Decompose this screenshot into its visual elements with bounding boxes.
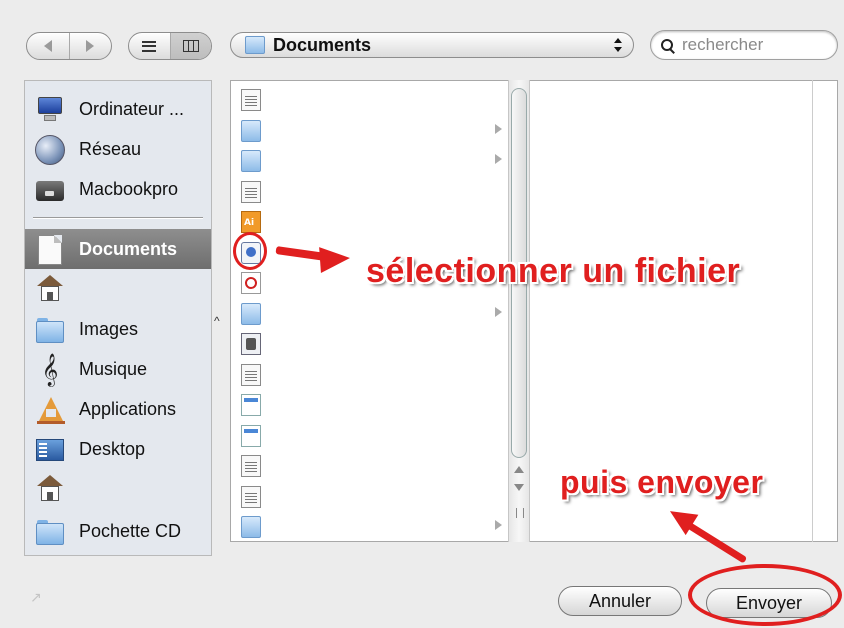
sidebar-item-label: Musique	[79, 358, 148, 379]
document-icon	[241, 180, 261, 203]
column-resize-grip-icon[interactable]	[516, 508, 524, 518]
folder-icon	[241, 119, 261, 142]
sidebar-item-desktop[interactable]: Desktop	[25, 429, 211, 469]
folder-icon	[35, 517, 65, 547]
resize-corner-icon: ↗	[30, 590, 42, 606]
file-row[interactable]	[237, 118, 507, 144]
document-icon	[241, 485, 261, 508]
search-input[interactable]	[680, 34, 834, 56]
sidebar-item-label: Images	[79, 318, 139, 339]
location-popup[interactable]: Documents	[230, 32, 634, 58]
file-row[interactable]	[237, 453, 507, 479]
sidebar-item-label: Applications	[79, 398, 177, 419]
folder-icon	[241, 150, 261, 172]
file-row[interactable]	[237, 331, 507, 357]
sidebar-item-label: Réseau	[79, 138, 142, 159]
disclosure-chevron-icon	[495, 306, 502, 317]
search-field	[650, 30, 838, 60]
file-open-dialog: Documents Ordinateur ... Réseau Macbookp…	[0, 0, 844, 628]
sidebar-scroll-caret-icon: ^	[214, 314, 220, 328]
back-button[interactable]	[27, 33, 70, 59]
folder-icon	[241, 302, 261, 325]
image-doc-icon	[241, 89, 261, 111]
hard-drive-icon	[35, 175, 65, 205]
cancel-button[interactable]: Annuler	[558, 586, 682, 616]
forward-button[interactable]	[70, 33, 112, 59]
settings-doc-icon	[241, 333, 261, 355]
sidebar-item-home[interactable]	[25, 269, 211, 309]
disclosure-chevron-icon	[495, 154, 502, 164]
network-globe-icon	[35, 135, 65, 165]
scroll-down-icon[interactable]	[514, 484, 524, 491]
sidebar-item-label: Ordinateur ...	[79, 98, 185, 119]
sidebar-item-applications[interactable]: Applications	[25, 389, 211, 429]
view-mode-control	[128, 32, 212, 60]
sidebar-item-network[interactable]: Réseau	[25, 129, 211, 169]
documents-icon	[38, 235, 62, 265]
column-view-button[interactable]	[170, 33, 211, 59]
send-highlight-ring	[688, 564, 842, 626]
back-arrow-icon	[43, 40, 52, 52]
file-row[interactable]	[237, 179, 507, 205]
desktop-icon	[35, 435, 65, 465]
disclosure-chevron-icon	[495, 123, 502, 134]
search-icon	[661, 38, 675, 54]
list-view-icon	[142, 40, 157, 52]
file-row[interactable]	[237, 301, 507, 327]
sidebar-item-music[interactable]: 𝄞 Musique	[25, 349, 211, 389]
file-row[interactable]	[237, 209, 507, 235]
illustrator-icon	[241, 211, 261, 233]
sidebar-item-label: Pochette CD	[79, 520, 182, 541]
home-icon	[35, 275, 65, 305]
pdf-icon	[241, 272, 261, 294]
sidebar-item-pochette-cd[interactable]: Pochette CD	[25, 511, 211, 551]
sidebar: Ordinateur ... Réseau Macbookpro Documen…	[24, 80, 212, 556]
toolbar: Documents	[0, 0, 844, 80]
file-row[interactable]	[237, 87, 507, 113]
annotation-arrow-head	[319, 244, 351, 274]
highlight-circle	[233, 232, 267, 270]
browser-column-1	[231, 81, 511, 541]
location-popup-label: Documents	[273, 34, 372, 55]
file-row[interactable]	[237, 362, 507, 388]
sidebar-item-label: Documents	[79, 238, 178, 259]
file-row[interactable]	[237, 514, 507, 540]
sidebar-item-computer[interactable]: Ordinateur ...	[25, 89, 211, 129]
document-icon	[241, 363, 261, 386]
sidebar-divider	[33, 217, 203, 219]
disclosure-chevron-icon	[495, 520, 502, 530]
file-row[interactable]	[237, 148, 507, 174]
folder-icon	[241, 516, 261, 538]
sheet-icon	[241, 394, 261, 416]
document-icon	[241, 455, 261, 477]
scroll-up-icon[interactable]	[514, 466, 524, 473]
sidebar-item-home-2[interactable]	[25, 469, 211, 509]
sidebar-item-macbookpro[interactable]: Macbookpro	[25, 169, 211, 209]
column-scrollbar[interactable]	[508, 80, 530, 542]
home-icon	[35, 475, 65, 505]
sheet-icon	[241, 424, 261, 447]
computer-icon	[35, 95, 65, 125]
back-forward-control	[26, 32, 112, 60]
annotation-select-file: sélectionner un fichier	[366, 252, 741, 290]
forward-arrow-icon	[86, 40, 95, 52]
file-row[interactable]	[237, 423, 507, 449]
file-row[interactable]	[237, 392, 507, 418]
list-view-button[interactable]	[129, 33, 171, 59]
applications-icon	[35, 395, 65, 425]
popup-arrows-icon	[613, 38, 623, 52]
sidebar-item-label: Macbookpro	[79, 178, 179, 199]
annotation-then-send: puis envoyer	[560, 464, 764, 500]
music-note-icon: 𝄞	[41, 353, 59, 386]
column-divider	[812, 80, 813, 542]
sidebar-item-images[interactable]: Images	[25, 309, 211, 349]
folder-icon	[35, 315, 65, 345]
column-view-icon	[182, 40, 199, 52]
file-row[interactable]	[237, 484, 507, 510]
documents-folder-icon	[245, 36, 265, 54]
sidebar-item-label: Desktop	[79, 438, 146, 459]
sidebar-item-documents[interactable]: Documents	[25, 229, 211, 269]
